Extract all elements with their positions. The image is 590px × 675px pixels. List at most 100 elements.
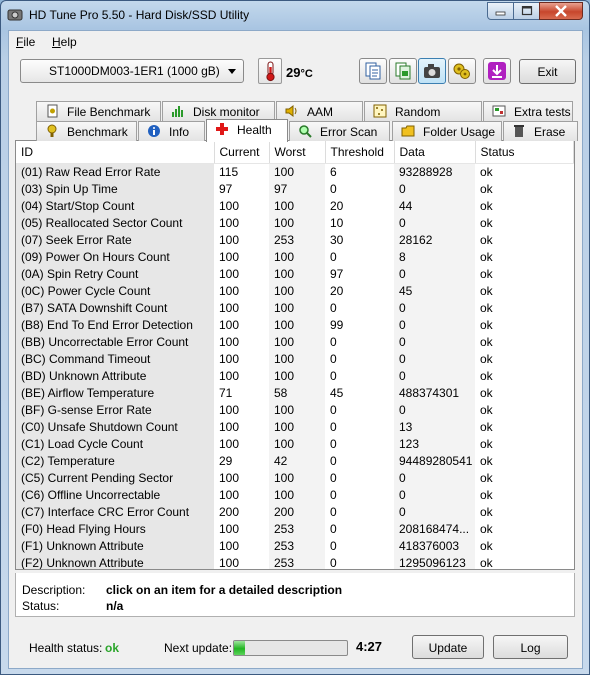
minimize-icon (495, 11, 505, 16)
table-row[interactable]: (C6) Offline Uncorrectable 100 100 0 0 ok (16, 486, 574, 503)
table-row[interactable]: (F2) Unknown Attribute 100 253 0 1295096123 o… (16, 554, 574, 569)
tab-label: Erase (534, 125, 566, 139)
screenshot-button[interactable] (418, 58, 446, 84)
threshold-cell: 0 (325, 503, 394, 520)
tab-label: AAM (307, 105, 334, 119)
table-row[interactable]: (01) Raw Read Error Rate 115 100 6 93288928 o… (16, 163, 574, 180)
file-benchmark-icon (47, 104, 58, 118)
table-row[interactable]: (0C) Power Cycle Count 100 100 20 45 ok (16, 282, 574, 299)
minimize-button[interactable] (487, 2, 514, 20)
data-cell: 0 (394, 265, 475, 282)
maximize-button[interactable] (513, 2, 540, 20)
tab-label: Disk monitor (193, 105, 260, 119)
copy-screenshot-button[interactable] (389, 58, 417, 84)
update-button[interactable]: Update (412, 635, 484, 659)
status-cell: ok (475, 367, 574, 384)
table-row[interactable]: (0A) Spin Retry Count 100 100 97 0 ok (16, 265, 574, 282)
status-cell: ok (475, 231, 574, 248)
current-cell: 97 (214, 180, 269, 197)
status-cell: ok (475, 537, 574, 554)
tab-extra-tests[interactable]: Extra tests (483, 101, 573, 121)
tab-disk-monitor[interactable]: Disk monitor (162, 101, 275, 121)
tab-benchmark[interactable]: Benchmark (36, 121, 137, 141)
column-header-current[interactable]: Current (214, 141, 270, 164)
tab-info[interactable]: Info (138, 121, 205, 141)
table-row[interactable]: (07) Seek Error Rate 100 253 30 28162 ok (16, 231, 574, 248)
menu-help[interactable]: Help (52, 35, 77, 49)
temperature-unit: °C (300, 68, 313, 80)
tab-random-access[interactable]: Random Access (364, 101, 482, 133)
threshold-cell: 0 (325, 537, 394, 554)
table-row[interactable]: (C1) Load Cycle Count 100 100 0 123 ok (16, 435, 574, 452)
table-row[interactable]: (BF) G-sense Error Rate 100 100 0 0 ok (16, 401, 574, 418)
worst-cell: 100 (269, 299, 325, 316)
current-cell: 100 (214, 435, 269, 452)
table-row[interactable]: (C5) Current Pending Sector 100 100 0 0 ok (16, 469, 574, 486)
table-row[interactable]: (B8) End To End Error Detection 100 100 99 0… (16, 316, 574, 333)
table-row[interactable]: (09) Power On Hours Count 100 100 0 8 ok (16, 248, 574, 265)
options-button[interactable] (448, 58, 476, 84)
column-header-data[interactable]: Data (394, 141, 476, 164)
table-row[interactable]: (BB) Uncorrectable Error Count 100 100 0 0 ok (16, 333, 574, 350)
column-header-threshold[interactable]: Threshold (325, 141, 395, 164)
table-row[interactable]: (05) Reallocated Sector Count 100 100 10 0 ok (16, 214, 574, 231)
column-header-id[interactable]: ID (16, 141, 215, 164)
worst-cell: 100 (269, 163, 325, 180)
menu-bar: File Help (9, 31, 582, 53)
worst-cell: 100 (269, 486, 325, 503)
current-cell: 100 (214, 537, 269, 554)
table-row[interactable]: (04) Start/Stop Count 100 100 20 44 ok (16, 197, 574, 214)
current-cell: 100 (214, 333, 269, 350)
tab-health[interactable]: Health (206, 119, 288, 142)
table-row[interactable]: (C2) Temperature 29 42 0 94489280541 ok (16, 452, 574, 469)
save-button[interactable] (483, 58, 511, 84)
menu-file[interactable]: File (16, 35, 35, 49)
table-row[interactable]: (C7) Interface CRC Error Count 200 200 0 0 ok (16, 503, 574, 520)
data-cell: 0 (394, 469, 475, 486)
table-row[interactable]: (BD) Unknown Attribute 100 100 0 0 ok (16, 367, 574, 384)
title-bar[interactable]: HD Tune Pro 5.50 - Hard Disk/SSD Utility (1, 1, 589, 29)
tab-file-benchmark[interactable]: File Benchmark (36, 101, 161, 121)
column-header-status[interactable]: Status (475, 141, 574, 164)
worst-cell: 100 (269, 418, 325, 435)
data-cell: 0 (394, 299, 475, 316)
random-access-icon (373, 104, 387, 118)
table-row[interactable]: (C0) Unsafe Shutdown Count 100 100 0 13 ok (16, 418, 574, 435)
health-status-value: ok (105, 641, 120, 655)
data-cell: 0 (394, 401, 475, 418)
status-cell: ok (475, 554, 574, 569)
data-cell: 45 (394, 282, 475, 299)
data-cell: 94489280541 (394, 452, 475, 469)
close-button[interactable] (539, 2, 583, 20)
table-row[interactable]: (BE) Airflow Temperature 71 58 45 488374301 o… (16, 384, 574, 401)
log-button[interactable]: Log (493, 635, 568, 659)
update-progress-fill (234, 641, 246, 655)
worst-cell: 253 (269, 537, 325, 554)
table-row[interactable]: (F1) Unknown Attribute 100 253 0 418376003 ok (16, 537, 574, 554)
tab-error-scan[interactable]: Error Scan (289, 121, 390, 141)
data-cell: 0 (394, 333, 475, 350)
table-row[interactable]: (BC) Command Timeout 100 100 0 0 ok (16, 350, 574, 367)
table-row[interactable]: (F0) Head Flying Hours 100 253 0 208168474..… (16, 520, 574, 537)
table-row[interactable]: (B7) SATA Downshift Count 100 100 0 0 ok (16, 299, 574, 316)
attribute-id-cell: (04) Start/Stop Count (16, 197, 214, 214)
tab-erase[interactable]: Erase (503, 121, 578, 141)
table-row[interactable]: (03) Spin Up Time 97 97 0 0 ok (16, 180, 574, 197)
attribute-id-cell: (C7) Interface CRC Error Count (16, 503, 214, 520)
tab-aam[interactable]: AAM (276, 101, 363, 121)
threshold-cell: 0 (325, 469, 394, 486)
copy-text-button[interactable] (359, 58, 387, 84)
tab-folder-usage[interactable]: Folder Usage (392, 121, 502, 141)
current-cell: 115 (214, 163, 269, 180)
data-cell: 8 (394, 248, 475, 265)
drive-select[interactable]: ST1000DM003-1ER1 (1000 gB) (20, 59, 244, 83)
current-cell: 100 (214, 486, 269, 503)
tab-label: Error Scan (320, 125, 378, 139)
current-cell: 100 (214, 350, 269, 367)
temperature-button[interactable] (258, 58, 282, 84)
exit-button[interactable]: Exit (519, 59, 576, 84)
table-header-row: ID Current Worst Threshold Data Status (16, 141, 574, 164)
current-cell: 200 (214, 503, 269, 520)
column-header-worst[interactable]: Worst (269, 141, 326, 164)
folder-icon (401, 125, 415, 137)
